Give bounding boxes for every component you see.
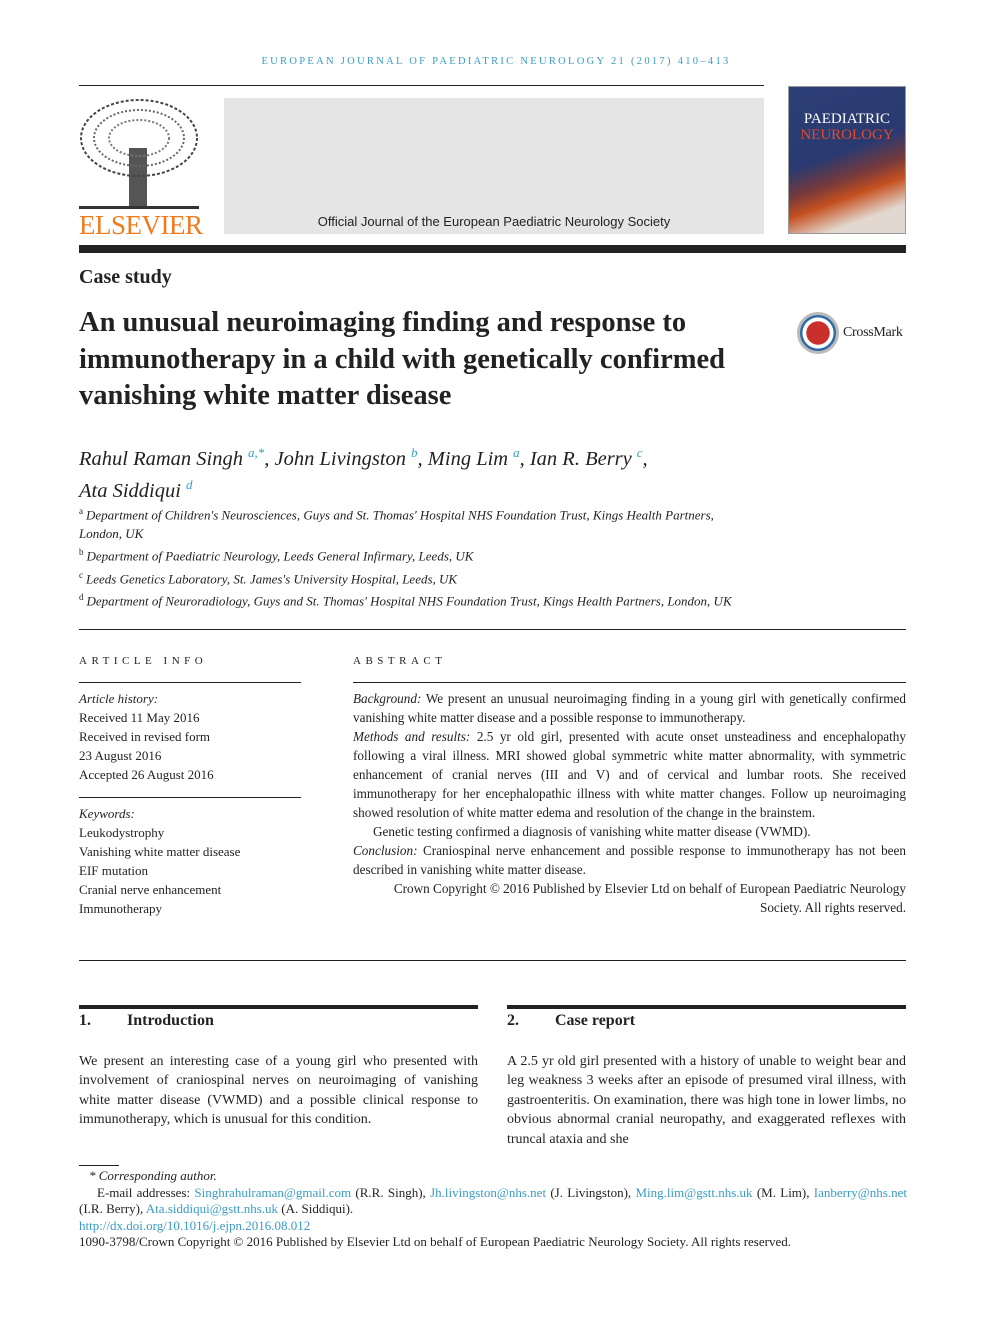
section-title: Case report	[555, 1012, 636, 1029]
conclusion-label: Conclusion:	[353, 843, 418, 858]
elsevier-tree-logo	[79, 99, 199, 209]
keyword: Immunotherapy	[79, 901, 163, 916]
divider	[353, 682, 906, 683]
genetic-text: Genetic testing confirmed a diagnosis of…	[373, 824, 811, 839]
affiliation-text: Department of Paediatric Neurology, Leed…	[86, 548, 474, 564]
author-name[interactable]: Ian R. Berry	[530, 448, 632, 470]
email-link[interactable]: Ming.lim@gstt.nhs.uk	[635, 1185, 752, 1200]
section-title: Introduction	[127, 1012, 214, 1029]
author-name[interactable]: John Livingston	[275, 448, 407, 470]
abstract-copyright: Crown Copyright © 2016 Published by Else…	[393, 881, 906, 915]
affiliation-text: Leeds Genetics Laboratory, St. James's U…	[86, 570, 458, 586]
cover-title: PAEDIATRIC	[803, 111, 891, 127]
author-name[interactable]: Ata Siddiqui	[79, 480, 181, 502]
keyword: Leukodystrophy	[79, 825, 165, 840]
article-history: Article history: Received 11 May 2016 Re…	[79, 689, 214, 784]
author-name[interactable]: Rahul Raman Singh	[79, 448, 243, 470]
affiliation-marker: b	[79, 547, 84, 558]
author-affiliation-marker[interactable]: d	[186, 477, 193, 492]
email-owner: (J. Livingston),	[546, 1184, 636, 1200]
keyword: Vanishing white matter disease	[79, 844, 241, 859]
history-item: Received in revised form	[79, 729, 211, 744]
history-item: Received 11 May 2016	[79, 710, 200, 725]
history-item: 23 August 2016	[79, 748, 162, 763]
affiliation-marker: d	[79, 591, 84, 602]
separator: ,	[417, 447, 428, 470]
divider	[79, 960, 906, 961]
divider	[79, 682, 301, 683]
cover-subtitle: NEUROLOGY	[800, 127, 894, 143]
running-header: EUROPEAN JOURNAL OF PAEDIATRIC NEUROLOGY…	[261, 56, 731, 67]
background-label: Background:	[353, 691, 422, 706]
footnotes: * Corresponding author. E-mail addresses…	[79, 1168, 907, 1251]
section-heading-case-report: 2. Case report	[507, 1012, 635, 1030]
email-owner: (I.R. Berry),	[79, 1201, 146, 1216]
elsevier-wordmark: ELSEVIER	[79, 210, 203, 240]
affiliation: c Leeds Genetics Laboratory, St. James's …	[79, 566, 759, 588]
separator: ,	[264, 447, 275, 470]
author-affiliation-marker[interactable]: a,*	[248, 445, 264, 460]
author-list: Rahul Raman Singh a,*, John Livingston b, …	[79, 440, 839, 504]
conclusion-text: Craniospinal nerve enhancement and possi…	[353, 843, 906, 877]
corresponding-author: * Corresponding author.	[89, 1168, 217, 1183]
section-rule	[79, 1005, 478, 1009]
abstract-body: Background: We present an unusual neuroi…	[353, 689, 906, 917]
thick-rule	[79, 245, 906, 253]
section-number: 2.	[507, 1012, 519, 1029]
header-rule	[79, 85, 764, 86]
copyright-line: 1090-3798/Crown Copyright © 2016 Publish…	[79, 1234, 791, 1249]
affiliation-text: Department of Children's Neurosciences, …	[79, 507, 714, 542]
separator: ,	[519, 447, 530, 470]
affiliations: a Department of Children's Neurosciences,…	[79, 502, 759, 610]
banner-text: Official Journal of the European Paediat…	[317, 214, 671, 229]
journal-banner: Official Journal of the European Paediat…	[224, 98, 764, 234]
background-text: We present an unusual neuroimaging findi…	[353, 691, 906, 725]
section-rule	[507, 1005, 906, 1009]
crossmark-badge[interactable]: CrossMark	[797, 312, 903, 354]
affiliation-marker: c	[79, 569, 83, 580]
history-label: Article history:	[79, 691, 159, 706]
affiliation: b Department of Paediatric Neurology, Lee…	[79, 543, 759, 565]
section-number: 1.	[79, 1012, 91, 1029]
divider	[79, 797, 301, 798]
email-link[interactable]: Singhrahulraman@gmail.com	[194, 1185, 351, 1200]
email-link[interactable]: Jh.livingston@nhs.net	[430, 1185, 546, 1200]
introduction-text: We present an interesting case of a youn…	[79, 1054, 478, 1128]
separator: ,	[642, 447, 648, 470]
case-report-text: A 2.5 yr old girl presented with a histo…	[507, 1054, 906, 1147]
email-label: E-mail addresses:	[97, 1184, 195, 1200]
affiliation: d Department of Neuroradiology, Guys and …	[79, 588, 759, 610]
affiliation: a Department of Children's Neurosciences,…	[79, 502, 759, 543]
article-info-heading: ARTICLE INFO	[79, 655, 208, 667]
history-item: Accepted 26 August 2016	[79, 767, 214, 782]
article-title: An unusual neuroimaging finding and resp…	[79, 307, 725, 411]
crossmark-icon	[797, 312, 839, 354]
article-type: Case study	[79, 266, 172, 288]
crossmark-label: CrossMark	[843, 325, 903, 340]
keywords-label: Keywords:	[79, 806, 135, 821]
methods-label: Methods and results:	[353, 729, 471, 744]
doi-link[interactable]: http://dx.doi.org/10.1016/j.ejpn.2016.08…	[79, 1218, 310, 1233]
keyword: EIF mutation	[79, 863, 148, 878]
keyword: Cranial nerve enhancement	[79, 882, 222, 897]
journal-cover: PAEDIATRIC NEUROLOGY	[788, 86, 906, 234]
email-link[interactable]: Ianberry@nhs.net	[814, 1185, 907, 1200]
section-heading-introduction: 1. Introduction	[79, 1012, 214, 1030]
email-link[interactable]: Ata.siddiqui@gstt.nhs.uk	[146, 1201, 278, 1216]
footnote-rule	[79, 1165, 119, 1166]
email-owner: (M. Lim),	[752, 1184, 814, 1200]
affiliation-marker: a	[79, 506, 83, 516]
author-name[interactable]: Ming Lim	[428, 448, 508, 470]
divider	[79, 629, 906, 630]
email-owner: (R.R. Singh),	[351, 1184, 431, 1200]
keywords: Keywords: Leukodystrophy Vanishing white…	[79, 804, 240, 918]
affiliation-text: Department of Neuroradiology, Guys and S…	[86, 593, 732, 609]
email-owner: (A. Siddiqui).	[278, 1201, 354, 1216]
email-addresses: E-mail addresses: Singhrahulraman@gmail.…	[79, 1185, 907, 1218]
abstract-heading: ABSTRACT	[353, 655, 447, 667]
